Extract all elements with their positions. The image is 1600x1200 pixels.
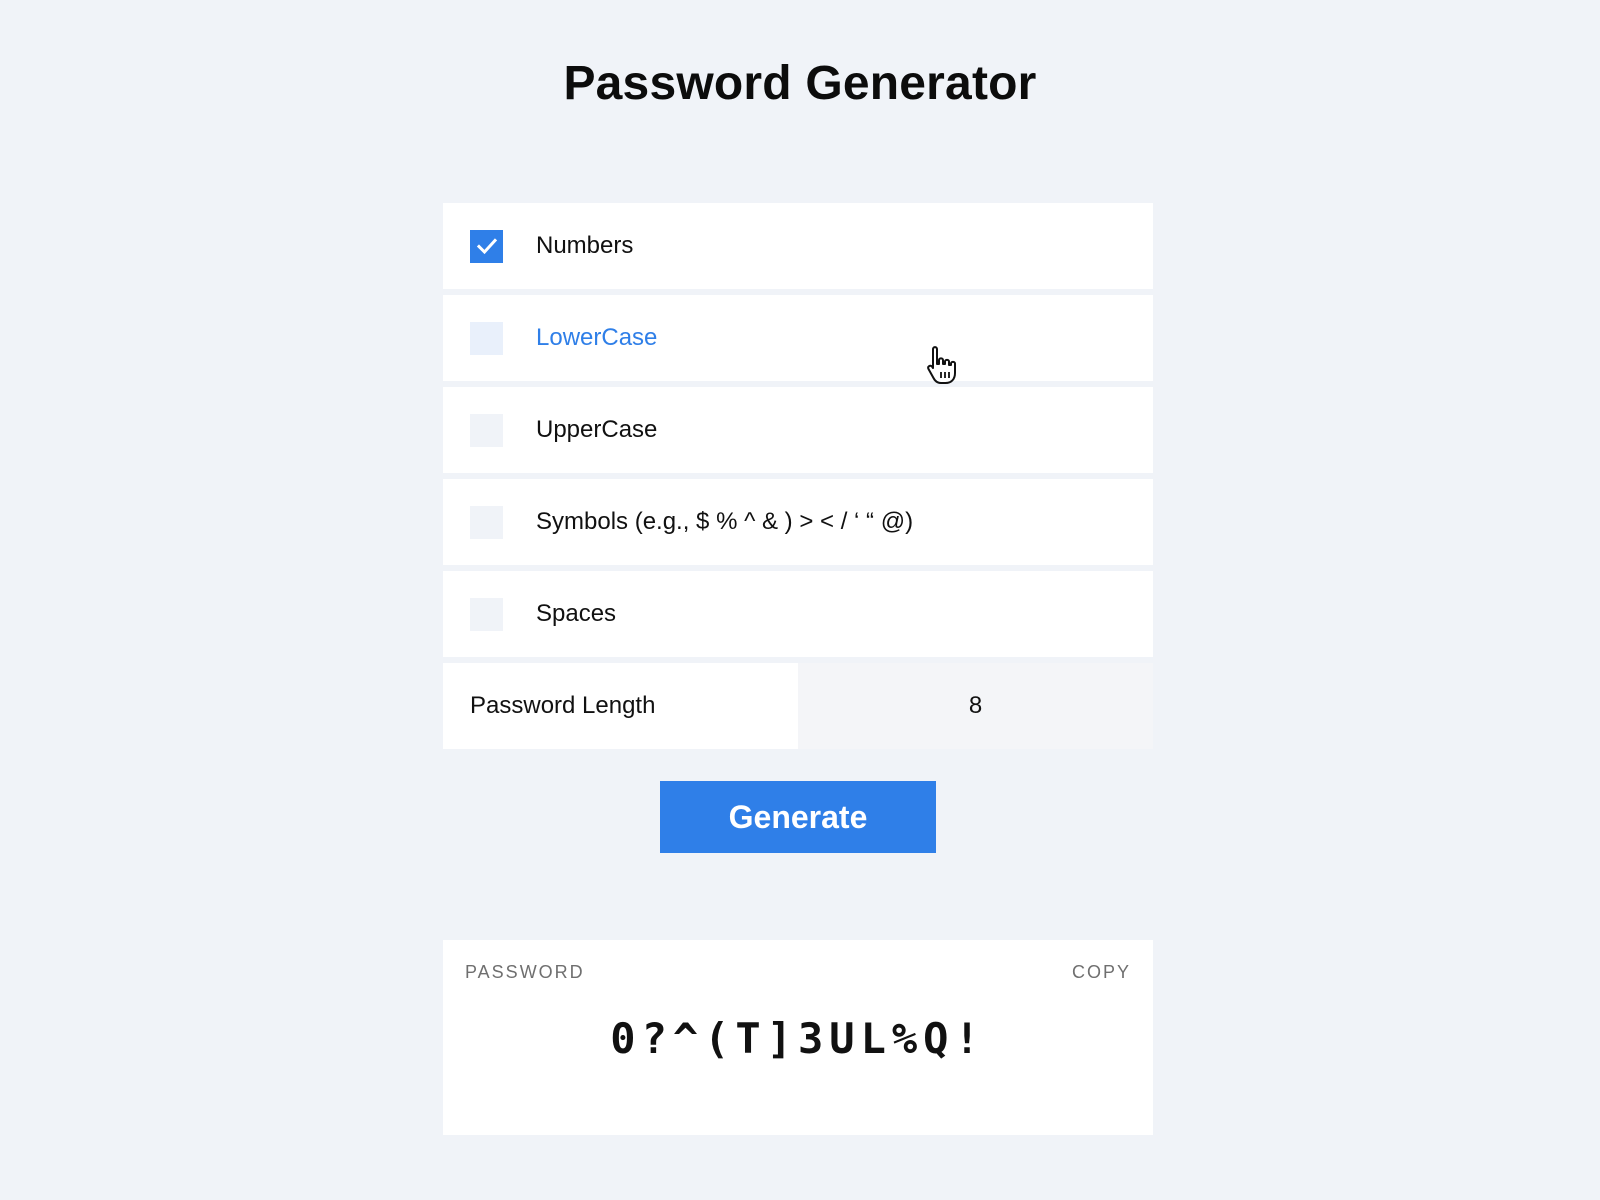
numbers-checkbox[interactable] [470,229,503,263]
copy-button[interactable]: COPY [1072,962,1131,983]
generated-password: 0?^(T]3UL%Q! [610,1014,986,1063]
password-length-label: Password Length [470,692,656,719]
option-label: Symbols (e.g., $ % ^ & ) > < / ‘ “ @) [536,508,914,535]
option-spaces[interactable]: Spaces [443,571,1153,657]
option-label: Numbers [536,232,634,259]
option-numbers[interactable]: Numbers [443,203,1153,289]
options-panel: Numbers LowerCase UpperCase Symbols (e.g… [443,203,1153,749]
uppercase-checkbox[interactable] [470,413,503,447]
hand-pointer-icon [927,346,956,384]
password-length-input[interactable] [798,663,1153,749]
password-length-row: Password Length [443,663,1153,749]
lowercase-checkbox[interactable] [470,321,503,355]
symbols-checkbox[interactable] [470,505,503,539]
password-result-card: PASSWORD COPY 0?^(T]3UL%Q! [443,940,1153,1135]
check-icon [476,238,497,255]
option-label: UpperCase [536,416,658,443]
password-caption: PASSWORD [465,962,585,982]
option-symbols[interactable]: Symbols (e.g., $ % ^ & ) > < / ‘ “ @) [443,479,1153,565]
generate-button[interactable]: Generate [660,781,936,853]
option-label: Spaces [536,600,617,627]
option-uppercase[interactable]: UpperCase [443,387,1153,473]
option-label: LowerCase [536,324,658,351]
page-title: Password Generator [563,57,1037,110]
option-lowercase[interactable]: LowerCase [443,295,1153,381]
spaces-checkbox[interactable] [470,597,503,631]
